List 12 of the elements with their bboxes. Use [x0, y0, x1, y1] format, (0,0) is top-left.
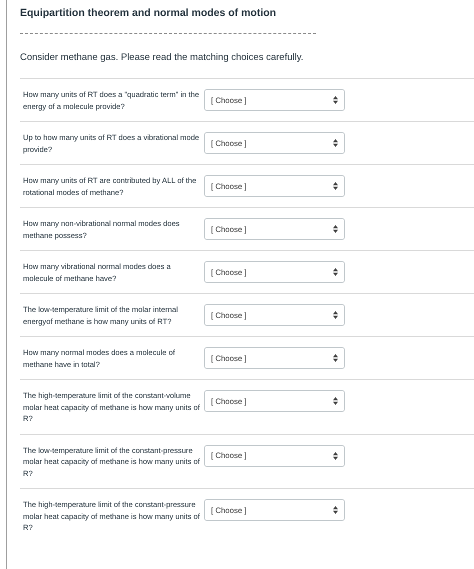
up-down-arrows-icon	[333, 225, 338, 233]
up-down-arrows-icon	[333, 397, 338, 405]
up-down-arrows-icon	[333, 311, 338, 319]
up-down-arrows-icon	[333, 354, 338, 362]
up-down-arrows-icon	[333, 268, 338, 276]
up-down-arrows-icon	[333, 139, 338, 147]
intro-text: Consider methane gas. Please read the matching choices carefully.	[20, 52, 304, 63]
up-down-arrows-icon	[333, 452, 338, 460]
up-down-arrows-icon	[333, 96, 338, 104]
up-down-arrows-icon	[333, 182, 338, 190]
question-title: Equipartition theorem and normal modes of motion	[20, 6, 278, 21]
up-down-arrows-icon	[333, 506, 338, 514]
